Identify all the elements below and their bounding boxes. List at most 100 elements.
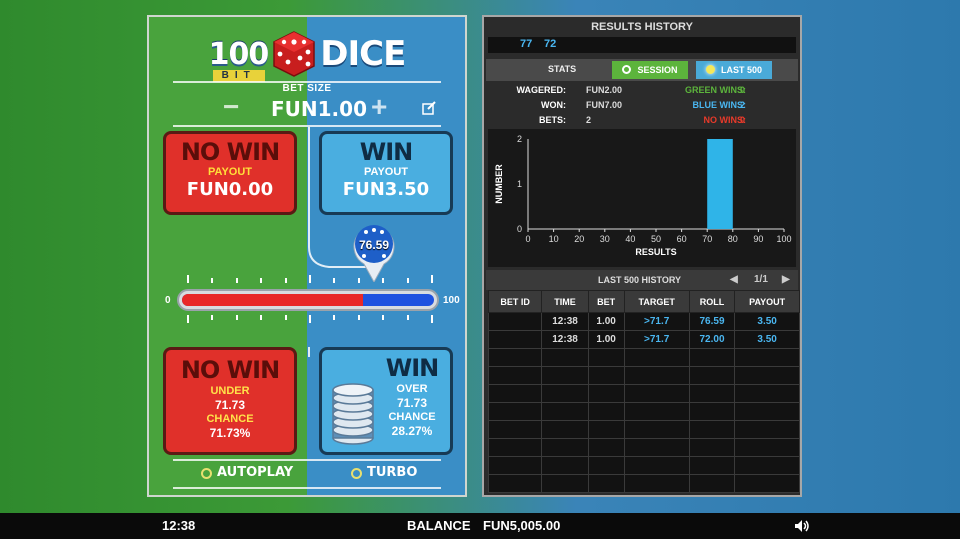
tab-last500-label: LAST 500: [720, 65, 762, 75]
divider-line: [173, 487, 441, 489]
table-row: [487, 384, 800, 403]
win-payout: FUN3.50: [342, 179, 430, 200]
history-header-bar: LAST 500 HISTORY ◀ 1/1 ▶: [486, 270, 798, 290]
column-header: PAYOUT: [734, 290, 800, 313]
session-radio-icon: [622, 65, 632, 74]
table-cell: [734, 384, 800, 403]
x-tick-label: 10: [549, 234, 559, 244]
slider-red-fill: [182, 294, 363, 306]
table-cell: 1.00: [587, 312, 625, 331]
autoplay-radio[interactable]: [201, 468, 212, 479]
table-cell: [623, 456, 690, 475]
game-panel: 100 BIT DICE BET SIZE − FUN1.00 + NO WIN: [147, 15, 467, 497]
footer-bar: 12:38 BALANCE FUN5,005.00: [0, 513, 960, 539]
no-win-under-card[interactable]: NO WIN UNDER 71.73 CHANCE 71.73%: [163, 347, 297, 455]
table-cell: [623, 438, 690, 457]
table-cell: >71.7: [623, 312, 690, 331]
table-cell: [688, 474, 736, 493]
blue-wins-value: 2: [740, 100, 746, 110]
under-value: 71.73: [214, 398, 246, 412]
column-header: TIME: [541, 290, 589, 313]
table-cell: [541, 384, 589, 403]
table-cell: [487, 438, 543, 457]
results-panel: RESULTS HISTORY 77 72 STATS SESSION LAST…: [482, 15, 802, 497]
slider-tick: [357, 315, 360, 320]
x-tick-label: 50: [651, 234, 661, 244]
autoplay-label[interactable]: AUTOPLAY: [217, 465, 293, 480]
chance-label: CHANCE: [206, 413, 254, 425]
red-dice-icon: [273, 31, 316, 77]
x-tick-label: 80: [728, 234, 738, 244]
stats-grid: WAGERED: FUN2.00 GREEN WINS: 0 WON: FUN7…: [488, 83, 796, 129]
slider-tick: [235, 315, 238, 320]
last500-radio-icon: [705, 65, 715, 74]
speaker-icon[interactable]: [794, 519, 810, 533]
table-cell: [587, 366, 625, 385]
results-chart: 0 10 20 30 40 50 60 70 80 90 100 0 1 2 RESULTS NUMBER: [488, 129, 796, 267]
table-cell: [487, 312, 543, 331]
bets-value: 2: [586, 115, 592, 125]
won-value: FUN7.00: [586, 100, 623, 110]
slider-tick: [431, 275, 433, 283]
tab-session[interactable]: SESSION: [612, 61, 688, 79]
tab-last-500[interactable]: LAST 500: [696, 61, 772, 79]
table-cell: [487, 330, 543, 349]
payout-label: PAYOUT: [207, 166, 252, 178]
win-payout-card[interactable]: WIN PAYOUT FUN3.50: [319, 131, 453, 215]
table-cell: [734, 348, 800, 367]
turbo-radio[interactable]: [351, 468, 362, 479]
table-cell: 3.50: [734, 330, 800, 349]
page-indicator: 1/1: [754, 274, 768, 285]
x-axis-label: RESULTS: [635, 247, 676, 257]
increase-bet-button[interactable]: +: [371, 93, 387, 121]
table-row: 12:38 1.00 >71.7 72.00 3.50: [487, 330, 800, 349]
results-chart-svg: 0 10 20 30 40 50 60 70 80 90 100 0 1 2 RESULTS NUMBER: [494, 134, 792, 257]
table-cell: >71.7: [623, 330, 690, 349]
results-history-title: RESULTS HISTORY: [591, 21, 693, 33]
next-page-icon[interactable]: ▶: [782, 274, 790, 285]
table-cell: [541, 348, 589, 367]
turbo-label[interactable]: TURBO: [367, 465, 417, 480]
table-cell: [587, 348, 625, 367]
table-cell: [688, 420, 736, 439]
table-cell: [688, 456, 736, 475]
no-win-title: NO WIN: [180, 356, 280, 384]
game-logo: 100 BIT DICE: [149, 23, 465, 85]
table-cell: [487, 456, 543, 475]
chance-label: CHANCE: [388, 411, 436, 423]
logo-word: DICE: [320, 34, 406, 74]
prev-page-icon[interactable]: ◀: [730, 274, 738, 285]
target-slider[interactable]: [177, 289, 439, 311]
bet-size-control: − FUN1.00 +: [219, 93, 436, 125]
decrease-bet-button[interactable]: −: [223, 93, 239, 121]
bets-label: BETS:: [539, 115, 566, 125]
slider-tick: [260, 278, 263, 283]
bet-size-label: BET SIZE: [282, 83, 332, 94]
edit-icon[interactable]: [422, 101, 436, 115]
balance-label: BALANCE: [407, 518, 471, 533]
table-cell: [487, 348, 543, 367]
slider-tick: [211, 278, 214, 283]
table-cell: [734, 366, 800, 385]
over-label: OVER: [396, 383, 428, 395]
recent-result: 77: [520, 38, 533, 50]
no-win-payout-card[interactable]: NO WIN PAYOUT FUN0.00: [163, 131, 297, 215]
table-row: [487, 402, 800, 421]
table-cell: [623, 384, 690, 403]
x-tick-label: 90: [753, 234, 763, 244]
win-over-card[interactable]: WIN OVER 71.73 CHANCE 28.27%: [319, 347, 453, 455]
slider-tick: [187, 315, 189, 323]
table-cell: [623, 474, 690, 493]
table-cell: [541, 456, 589, 475]
slider-tick: [235, 278, 238, 283]
table-row: [487, 420, 800, 439]
tab-session-label: SESSION: [637, 65, 678, 75]
divider-line: [173, 125, 441, 127]
table-cell: [587, 420, 625, 439]
column-header: BET: [587, 290, 625, 313]
table-row: [487, 474, 800, 493]
table-cell: [688, 438, 736, 457]
logo-bit: BIT: [212, 69, 265, 82]
x-tick-label: 60: [677, 234, 687, 244]
column-header: TARGET: [623, 290, 690, 313]
